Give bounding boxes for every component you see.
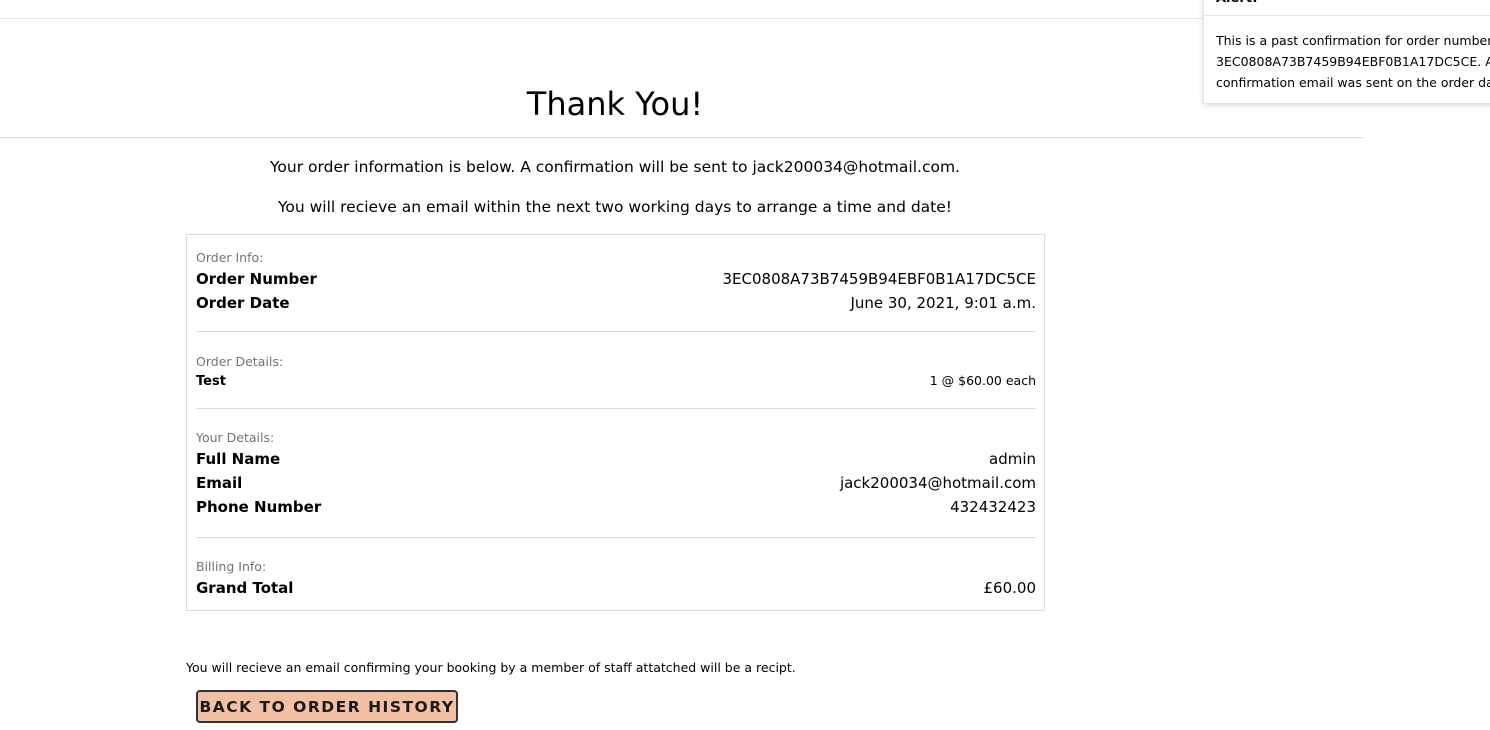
order-item-name: Test [196, 374, 226, 389]
order-details-label: Order Details: [196, 354, 284, 369]
full-name-row: Full Name admin [196, 447, 1036, 471]
email-key: Email [196, 474, 243, 492]
order-info-section: Order Info: Order Number 3EC0808A73B7459… [196, 249, 1036, 315]
grand-total-row: Grand Total £60.00 [196, 576, 1036, 600]
phone-number-row: Phone Number 432432423 [196, 495, 1036, 519]
section-divider [196, 537, 1036, 538]
email-row: Email jack200034@hotmail.com [196, 471, 1036, 495]
grand-total-key: Grand Total [196, 579, 294, 597]
booking-footnote: You will recieve an email confirming you… [186, 660, 796, 675]
grand-total-value: £60.00 [983, 579, 1037, 597]
order-number-key: Order Number [196, 270, 317, 288]
billing-info-section: Billing Info: Grand Total £60.00 [196, 558, 1036, 600]
order-item-row: Test 1 @ $60.00 each [196, 371, 1036, 392]
title-divider [0, 137, 1363, 138]
order-details-section: Order Details: Test 1 @ $60.00 each [196, 353, 1036, 392]
billing-info-label: Billing Info: [196, 559, 267, 574]
order-number-value: 3EC0808A73B7459B94EBF0B1A17DC5CE [722, 270, 1037, 288]
intro-confirmation-text: Your order information is below. A confi… [270, 158, 960, 176]
order-summary-card: Order Info: Order Number 3EC0808A73B7459… [186, 234, 1045, 611]
page-title: Thank You! [526, 85, 704, 123]
order-date-value: June 30, 2021, 9:01 a.m. [850, 294, 1036, 312]
order-item-quantity: 1 @ $60.00 each [929, 373, 1036, 388]
alert-body-line: This is a past confirmation for order nu… [1216, 33, 1490, 48]
order-date-key: Order Date [196, 294, 290, 312]
back-to-order-history-button[interactable]: BACK TO ORDER HISTORY [196, 690, 458, 723]
order-date-row: Order Date June 30, 2021, 9:01 a.m. [196, 291, 1036, 315]
phone-number-key: Phone Number [196, 498, 322, 516]
phone-number-value: 432432423 [950, 498, 1036, 516]
section-divider [196, 331, 1036, 332]
full-name-key: Full Name [196, 450, 281, 468]
alert-body-line: 3EC0808A73B7459B94EBF0B1A17DC5CE. A [1216, 54, 1490, 69]
order-info-label: Order Info: [196, 250, 264, 265]
alert-title: Alert! [1216, 0, 1258, 8]
intro-arrange-text: You will recieve an email within the nex… [277, 198, 952, 216]
alert-body-line: confirmation email was sent on the order… [1216, 75, 1490, 90]
order-number-row: Order Number 3EC0808A73B7459B94EBF0B1A17… [196, 267, 1036, 291]
alert-body: This is a past confirmation for order nu… [1216, 30, 1490, 93]
alert-header: Alert! [1204, 0, 1490, 16]
email-value: jack200034@hotmail.com [839, 474, 1036, 492]
full-name-value: admin [989, 450, 1036, 468]
your-details-section: Your Details: Full Name admin Email jack… [196, 429, 1036, 519]
your-details-label: Your Details: [196, 430, 275, 445]
alert-toast: Alert! This is a past confirmation for o… [1203, 0, 1490, 104]
section-divider [196, 408, 1036, 409]
